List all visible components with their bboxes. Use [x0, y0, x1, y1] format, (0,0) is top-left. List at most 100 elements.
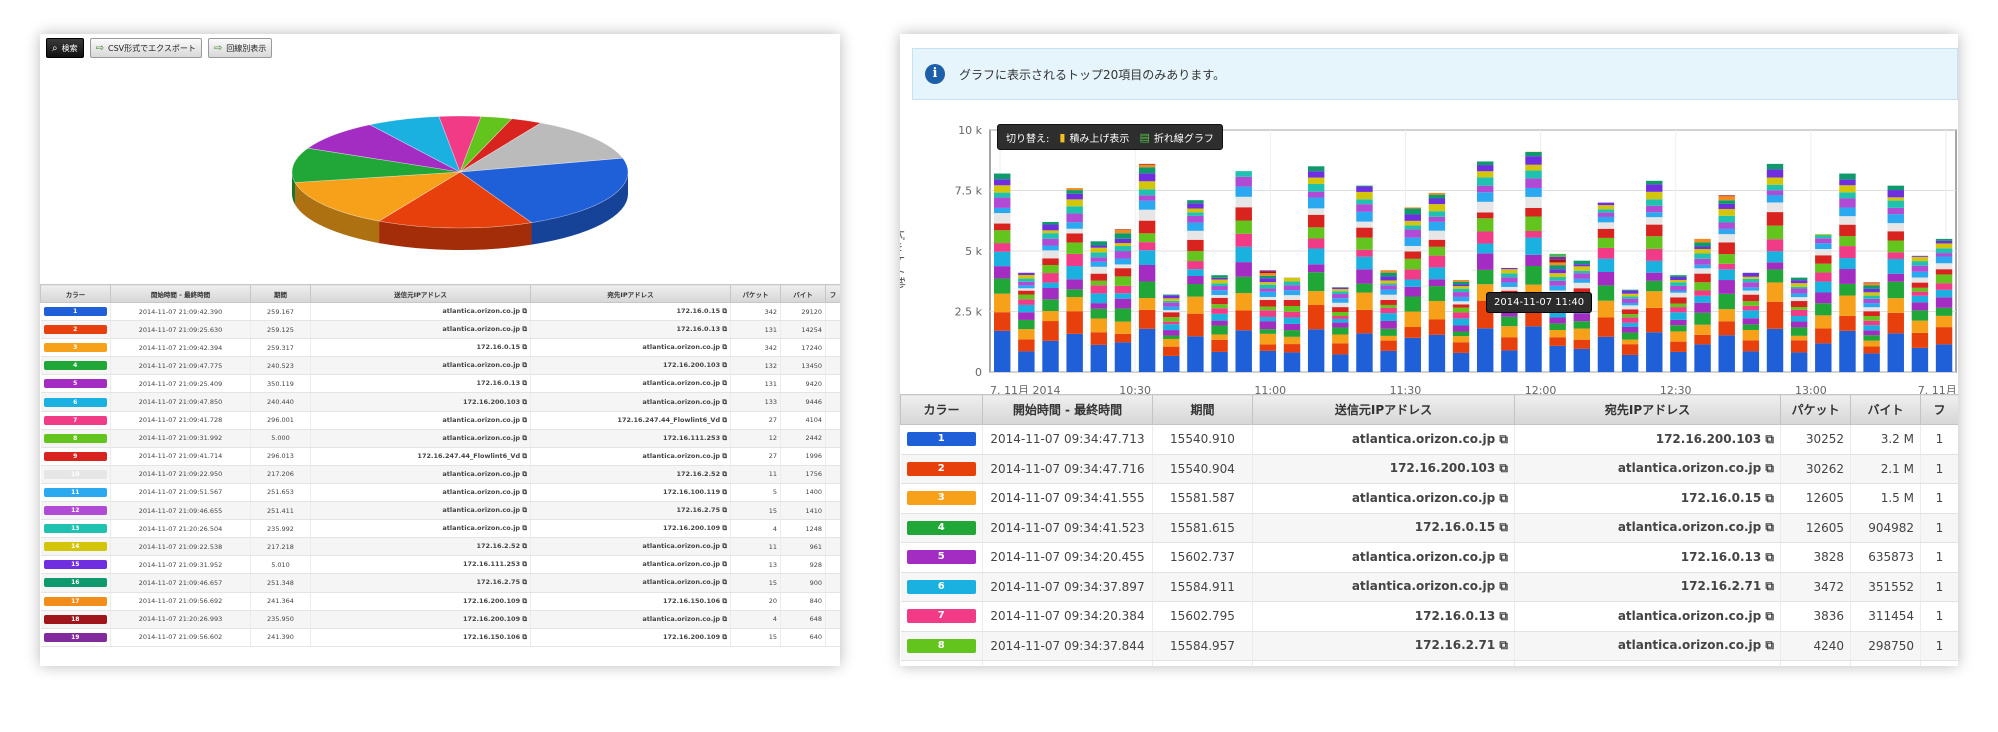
stacked-bar[interactable]	[1332, 287, 1349, 372]
table-cell[interactable]: atlantica.orizon.co.jp ⧉	[310, 483, 531, 503]
table-cell[interactable]: 172.16.200.103 ⧉	[530, 356, 731, 376]
table-cell[interactable]: 172.16.0.13 ⧉	[1252, 601, 1515, 632]
stacked-bar[interactable]	[1525, 151, 1542, 372]
table-cell[interactable]: atlantica.orizon.co.jp ⧉	[1252, 483, 1515, 514]
table-cell[interactable]: 172.16.0.15 ⧉	[310, 338, 531, 358]
column-header[interactable]: 宛先IPアドレス	[530, 284, 731, 303]
left-table-row[interactable]: 15 2014-11-07 21:09:31.952 5.010 172.16.111…	[40, 555, 840, 575]
table-cell[interactable]: atlantica.orizon.co.jp ⧉	[310, 302, 531, 322]
right-table-row[interactable]: 6 2014-11-07 09:34:37.897 15584.911 atlanti…	[900, 572, 1958, 602]
right-table-row[interactable]: 92014-11-07 09:35:29.50315493.067atlanti…	[900, 660, 1958, 666]
left-table-row[interactable]: 11 2014-11-07 21:09:51.567 251.653 atlantic…	[40, 483, 840, 503]
stacked-bar[interactable]	[1042, 221, 1059, 372]
table-cell[interactable]: 172.16.111.253 ⧉	[310, 555, 531, 575]
left-table-row[interactable]: 6 2014-11-07 21:09:47.850 240.440 172.16.20…	[40, 392, 840, 412]
left-table-row[interactable]: 9 2014-11-07 21:09:41.714 296.013 172.16.24…	[40, 447, 840, 466]
stacked-bar[interactable]	[1863, 282, 1880, 372]
stacked-bar[interactable]	[1646, 180, 1663, 372]
table-cell[interactable]: 172.16.247.44_Flowlint6_Vd ⧉	[310, 447, 531, 466]
column-header[interactable]: 期間	[250, 284, 311, 303]
column-header[interactable]: フ	[1920, 394, 1958, 425]
table-cell[interactable]: 172.16.200.103 ⧉	[1514, 424, 1781, 455]
left-table-row[interactable]: 16 2014-11-07 21:09:46.657 251.348 172.16.2…	[40, 573, 840, 593]
column-header[interactable]: カラー	[40, 284, 111, 303]
table-cell[interactable]: atlantica.orizon.co.jp ⧉	[1252, 542, 1515, 573]
stacked-bar[interactable]	[1090, 241, 1108, 372]
table-cell[interactable]: 172.16.0.13 ⧉	[1514, 542, 1781, 573]
table-cell[interactable]: atlantica.orizon.co.jp ⧉	[310, 465, 531, 484]
left-table-row[interactable]: 4 2014-11-07 21:09:47.775 240.523 atlantica…	[40, 356, 840, 376]
stacked-bar[interactable]	[1187, 200, 1204, 372]
table-cell[interactable]: 172.16.150.106 ⧉	[310, 628, 531, 647]
stacked-bar[interactable]	[1163, 294, 1180, 372]
table-cell[interactable]: atlantica.orizon.co.jp ⧉	[1514, 631, 1781, 661]
column-header[interactable]: カラー	[900, 394, 983, 425]
table-cell[interactable]: 172.16.2.52 ⧉	[530, 465, 731, 484]
stacked-bar[interactable]	[1718, 195, 1735, 372]
csv-export-button[interactable]: ⇨ CSV形式でエクスポート	[89, 38, 202, 58]
right-table-row[interactable]: 5 2014-11-07 09:34:20.455 15602.737 atlanti…	[900, 542, 1958, 573]
table-cell[interactable]: 172.16.200.109 ⧉	[530, 519, 731, 539]
column-header[interactable]: バイト	[780, 284, 826, 303]
table-cell[interactable]: 172.16.111.253 ⧉	[530, 429, 731, 448]
left-table-row[interactable]: 10 2014-11-07 21:09:22.950 217.206 atlantic…	[40, 465, 840, 484]
left-table-row[interactable]: 8 2014-11-07 21:09:31.992 5.000 atlantica.o…	[40, 429, 840, 448]
table-cell[interactable]: 172.16.0.15 ⧉	[1514, 483, 1781, 514]
right-table-row[interactable]: 2 2014-11-07 09:34:47.716 15540.904 172.16.…	[900, 454, 1958, 484]
stacked-bar[interactable]	[1670, 275, 1687, 372]
table-cell[interactable]: atlantica.orizon.co.jp ⧉	[310, 519, 531, 539]
stacked-bar[interactable]	[1452, 280, 1470, 372]
column-header[interactable]: バイト	[1850, 394, 1921, 425]
table-cell[interactable]: atlantica.orizon.co.jp ⧉	[530, 610, 731, 629]
table-cell[interactable]: 172.16.2.75 ⧉	[310, 573, 531, 593]
table-cell[interactable]: 172.16.0.13 ⧉	[530, 320, 731, 340]
table-cell[interactable]: atlantica.orizon.co.jp ⧉	[1514, 601, 1781, 632]
left-table-row[interactable]: 14 2014-11-07 21:09:22.538 217.218 172.16.2…	[40, 537, 840, 557]
stacked-bar[interactable]	[1501, 267, 1518, 372]
stacked-bar[interactable]	[1621, 289, 1639, 372]
stacked-bar[interactable]	[1138, 163, 1156, 372]
table-cell[interactable]: 172.16.200.103 ⧉	[310, 392, 531, 412]
right-table-row[interactable]: 8 2014-11-07 09:34:37.844 15584.957 172.16.…	[900, 631, 1958, 661]
stacked-bar[interactable]	[1114, 229, 1132, 372]
column-header[interactable]: 宛先IPアドレス	[1514, 394, 1781, 425]
table-cell[interactable]: 172.16.200.109 ⧉	[530, 628, 731, 647]
table-cell[interactable]: atlantica.orizon.co.jp ⧉	[1252, 660, 1515, 666]
column-header[interactable]: パケット	[1780, 394, 1851, 425]
stacked-bar[interactable]	[1887, 185, 1904, 372]
column-header[interactable]: 開始時間 - 最終時間	[982, 394, 1153, 425]
table-cell[interactable]: 172.16.0.15 ⧉	[530, 302, 731, 322]
column-header[interactable]: パケット	[730, 284, 781, 303]
table-cell[interactable]: 172.16.0.15 ⧉	[1252, 513, 1515, 543]
stacked-bar[interactable]	[1766, 163, 1784, 372]
left-table-row[interactable]: 5 2014-11-07 21:09:25.409 350.119 172.16.0.…	[40, 374, 840, 394]
left-table-row[interactable]: 17 2014-11-07 21:09:56.692 241.364 172.16.2…	[40, 592, 840, 611]
stacked-view-button[interactable]: ▮ 積み上げ表示	[1059, 130, 1129, 145]
table-cell[interactable]: 172.16.2.75 ⧉	[530, 501, 731, 521]
table-cell[interactable]: atlantica.orizon.co.jp ⧉	[530, 555, 731, 575]
table-cell[interactable]: atlantica.orizon.co.jp ⧉	[310, 501, 531, 521]
stacked-bar[interactable]	[1839, 173, 1856, 372]
table-cell[interactable]: 172.16.200.109 ⧉	[310, 610, 531, 629]
column-header[interactable]: 期間	[1152, 394, 1253, 425]
column-header[interactable]: フ	[825, 284, 840, 303]
table-cell[interactable]: atlantica.orizon.co.jp ⧉	[530, 374, 731, 394]
stacked-bar[interactable]	[1235, 171, 1252, 372]
stacked-bar[interactable]	[1283, 277, 1301, 372]
table-cell[interactable]: 172.16.2.71 ⧉	[1252, 631, 1515, 661]
table-cell[interactable]: atlantica.orizon.co.jp ⧉	[310, 429, 531, 448]
column-header[interactable]: 開始時間 - 最終時間	[110, 284, 251, 303]
stacked-bar[interactable]	[1428, 192, 1446, 372]
table-cell[interactable]: atlantica.orizon.co.jp ⧉	[1252, 424, 1515, 455]
table-cell[interactable]: atlantica.orizon.co.jp ⧉	[530, 537, 731, 557]
table-cell[interactable]: atlantica.orizon.co.jp ⧉	[530, 447, 731, 466]
left-table-row[interactable]: 18 2014-11-07 21:20:26.993 235.950 172.16.2…	[40, 610, 840, 629]
table-cell[interactable]: 172.16.247.44_Flowlint6_Vd ⧉	[1514, 660, 1781, 666]
stacked-bar[interactable]	[1815, 234, 1832, 372]
stacked-bar[interactable]	[1356, 185, 1373, 372]
table-cell[interactable]: atlantica.orizon.co.jp ⧉	[1514, 454, 1781, 484]
table-cell[interactable]: 172.16.0.13 ⧉	[310, 374, 531, 394]
stacked-bar[interactable]	[1742, 272, 1760, 372]
right-table-row[interactable]: 4 2014-11-07 09:34:41.523 15581.615 172.16.…	[900, 513, 1958, 543]
left-table-row[interactable]: 13 2014-11-07 21:20:26.504 235.992 atlantic…	[40, 519, 840, 539]
